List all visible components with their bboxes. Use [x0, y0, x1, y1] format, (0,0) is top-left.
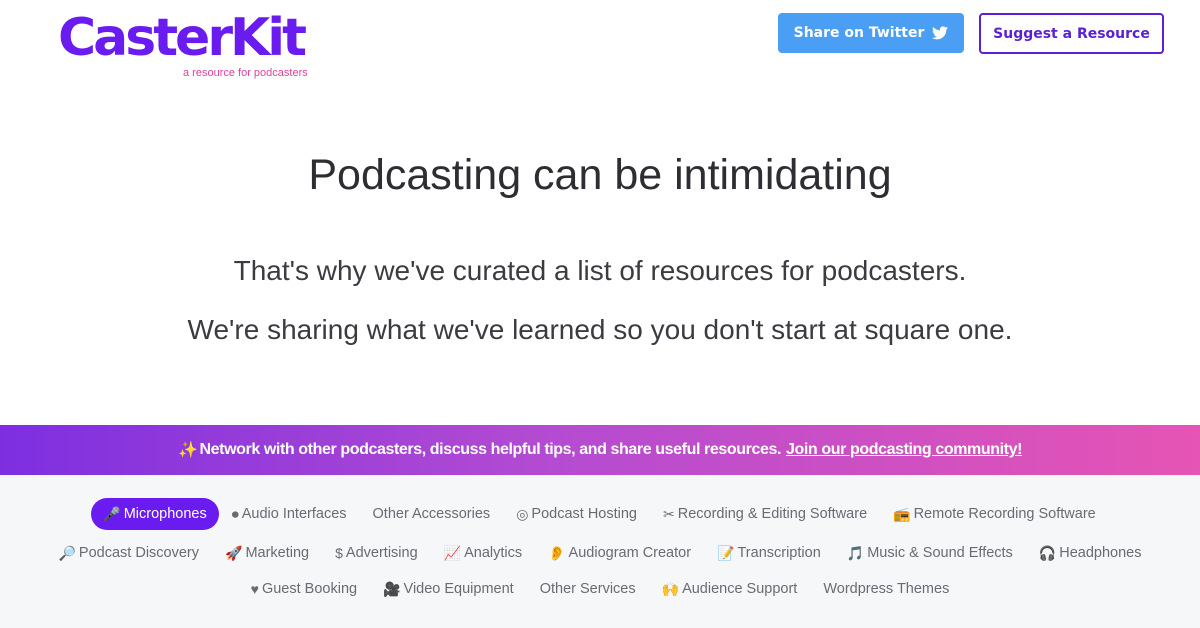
logo-wordmark: CasterKit — [58, 8, 307, 68]
community-banner-text: Network with other podcasters, discuss h… — [199, 441, 782, 458]
category-label: Marketing — [245, 545, 310, 561]
category-nav: 🎤 Microphones ⏺ Audio Interfaces Other Acces… — [0, 475, 1200, 628]
category-label: Podcast Hosting — [531, 506, 637, 522]
category-label: Analytics — [464, 545, 523, 561]
category-label: Audiogram Creator — [568, 545, 692, 561]
audio-interface-icon: ⏺ — [231, 506, 239, 522]
category-remote-recording-software[interactable]: 📻 Remote Recording Software — [880, 498, 1109, 530]
hero-title: Podcasting can be intimidating — [308, 151, 892, 199]
microphone-icon: 🎤 — [103, 506, 121, 522]
hands-icon: 🙌 — [661, 581, 680, 597]
category-analytics[interactable]: 📈 Analytics — [431, 537, 535, 569]
site-header: CasterKit a resource for podcasters Shar… — [0, 0, 1200, 90]
suggest-a-resource-button[interactable]: Suggest a Resource — [979, 13, 1164, 54]
sparkles-icon: ✨ — [177, 442, 198, 459]
headphones-icon: 🎧 — [1038, 545, 1057, 561]
category-label: Audio Interfaces — [241, 506, 347, 522]
join-community-link[interactable]: Join our podcasting community! — [786, 441, 1022, 459]
rocket-icon: 🚀 — [225, 545, 243, 561]
category-video-equipment[interactable]: 🎥 Video Equipment — [370, 573, 527, 605]
category-label: Recording & Editing Software — [677, 506, 868, 522]
category-label: Other Services — [539, 581, 636, 597]
logo-tagline: a resource for podcasters — [183, 67, 308, 79]
category-label: Guest Booking — [261, 581, 358, 597]
category-label: Remote Recording Software — [913, 506, 1096, 522]
category-audiogram-creator[interactable]: 👂 Audiogram Creator — [535, 537, 704, 569]
category-music-sound-effects[interactable]: 🎵 Music & Sound Effects — [834, 537, 1026, 569]
logo[interactable]: CasterKit a resource for podcasters — [58, 8, 318, 84]
magnifier-icon: 🔎 — [58, 545, 76, 561]
hero-subtitle-1: That's why we've curated a list of resou… — [233, 255, 967, 286]
category-marketing[interactable]: 🚀 Marketing — [212, 537, 322, 569]
category-audio-interfaces[interactable]: ⏺ Audio Interfaces — [219, 498, 360, 530]
dollar-icon: $ — [335, 545, 343, 561]
ear-icon: 👂 — [548, 545, 566, 561]
category-other-accessories[interactable]: Other Accessories — [360, 498, 504, 530]
category-label: Audience Support — [682, 581, 798, 597]
memo-icon: 📝 — [717, 545, 735, 561]
category-recording-editing-software[interactable]: ✂ Recording & Editing Software — [650, 498, 880, 530]
category-label: Headphones — [1059, 545, 1142, 561]
category-podcast-discovery[interactable]: 🔎 Podcast Discovery — [45, 537, 212, 569]
category-label: Advertising — [345, 545, 418, 561]
radio-icon: 📻 — [893, 506, 911, 522]
share-on-twitter-button[interactable]: Share on Twitter — [778, 13, 964, 53]
category-transcription[interactable]: 📝 Transcription — [704, 537, 834, 569]
share-on-twitter-label: Share on Twitter — [793, 25, 925, 41]
chart-icon: 📈 — [443, 545, 462, 561]
category-advertising[interactable]: $ Advertising — [322, 537, 431, 569]
category-headphones[interactable]: 🎧 Headphones — [1026, 537, 1155, 569]
category-audience-support[interactable]: 🙌 Audience Support — [649, 573, 811, 605]
category-podcast-hosting[interactable]: ◎ Podcast Hosting — [503, 498, 650, 530]
hosting-icon: ◎ — [516, 506, 529, 522]
category-label: Podcast Discovery — [78, 545, 199, 561]
category-label: Video Equipment — [403, 581, 514, 597]
heart-icon: ♥ — [250, 581, 259, 597]
community-banner: ✨ Network with other podcasters, discuss… — [0, 425, 1200, 475]
category-row: ♥ Guest Booking 🎥 Video Equipment Other Serv… — [0, 573, 1200, 605]
twitter-bird-icon — [932, 26, 949, 40]
category-label: Music & Sound Effects — [867, 545, 1013, 561]
category-other-services[interactable]: Other Services — [527, 573, 649, 605]
video-camera-icon: 🎥 — [383, 581, 401, 597]
scissors-icon: ✂ — [663, 506, 675, 522]
category-row: 🔎 Podcast Discovery 🚀 Marketing $ Advertising… — [0, 537, 1200, 569]
category-row: 🎤 Microphones ⏺ Audio Interfaces Other Acces… — [0, 498, 1200, 530]
music-icon: 🎵 — [846, 545, 865, 561]
category-label: Other Accessories — [372, 506, 491, 522]
category-label: Transcription — [737, 545, 821, 561]
category-label: Microphones — [123, 506, 207, 522]
category-guest-booking[interactable]: ♥ Guest Booking — [238, 573, 370, 605]
hero-subtitle-2: We're sharing what we've learned so you … — [187, 314, 1013, 345]
category-wordpress-themes[interactable]: Wordpress Themes — [810, 573, 962, 605]
category-label: Wordpress Themes — [823, 581, 950, 597]
category-microphones[interactable]: 🎤 Microphones — [91, 498, 219, 530]
